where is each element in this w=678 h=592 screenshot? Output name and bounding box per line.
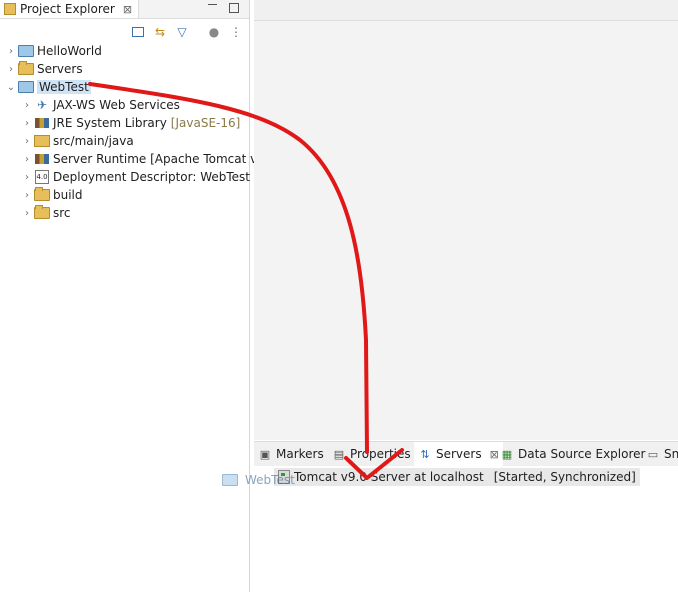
tab-label: Sn <box>664 447 678 461</box>
library-icon <box>34 116 50 130</box>
tree-item-deployment-descriptor[interactable]: › 4.0 Deployment Descriptor: WebTest <box>22 168 250 186</box>
tab-data-source-explorer[interactable]: ▦ Data Source Explorer <box>500 442 646 466</box>
tree-item-label: Server Runtime [Apache Tomcat v9. <box>53 152 269 166</box>
view-menu-icon[interactable]: ⋮ <box>228 24 244 40</box>
markers-icon: ▣ <box>259 447 271 461</box>
webservices-icon: ✈ <box>36 98 48 112</box>
tab-label: Data Source Explorer <box>518 447 646 461</box>
source-folder-icon <box>34 134 50 148</box>
project-explorer-panel: Project Explorer ⊠ ⇆ ▽ ● ⋮ › HelloWorld … <box>0 0 269 592</box>
chevron-right-icon[interactable]: › <box>22 154 32 165</box>
tree-item-servers[interactable]: › Servers <box>6 60 83 78</box>
drag-ghost-label: WebTest <box>245 473 295 487</box>
tree-item-jre[interactable]: › JRE System Library [JavaSE-16] <box>22 114 240 132</box>
editor-area <box>254 21 678 440</box>
folder-icon <box>34 205 50 220</box>
focus-icon[interactable]: ● <box>206 24 222 40</box>
project-icon <box>18 44 34 58</box>
server-name: Tomcat v9.0 Server at localhost <box>294 470 484 484</box>
tree-item-label: build <box>53 188 83 202</box>
drag-ghost: WebTest <box>220 470 295 490</box>
tree-item-label: WebTest <box>37 80 91 94</box>
minimize-icon[interactable] <box>208 4 217 5</box>
chevron-right-icon[interactable]: › <box>6 46 16 57</box>
tree-item-label: JAX-WS Web Services <box>53 98 180 112</box>
tree-item-label: HelloWorld <box>37 44 102 58</box>
datasource-icon: ▦ <box>501 447 513 461</box>
editor-tabbar <box>254 0 678 21</box>
web-project-icon <box>222 473 238 487</box>
snippets-icon: ▭ <box>647 447 659 461</box>
tab-project-explorer[interactable]: Project Explorer ⊠ <box>0 0 140 18</box>
folder-icon <box>18 61 34 76</box>
collapse-all-icon[interactable] <box>130 24 146 40</box>
chevron-right-icon[interactable]: › <box>22 172 32 183</box>
properties-icon: ▤ <box>333 447 345 461</box>
tab-markers[interactable]: ▣ Markers <box>258 442 324 466</box>
server-status: [Started, Synchronized] <box>493 470 636 484</box>
tab-servers[interactable]: ⇅ Servers ⊠ <box>414 442 503 466</box>
web-project-icon <box>18 80 34 94</box>
close-icon[interactable]: ⊠ <box>123 3 132 16</box>
project-explorer-tabbar: Project Explorer ⊠ <box>0 0 249 19</box>
tab-label: Servers <box>436 447 482 461</box>
tree-item-label: Servers <box>37 62 83 76</box>
tree-item-jaxws[interactable]: › ✈ JAX-WS Web Services <box>22 96 180 114</box>
tree-item-helloworld[interactable]: › HelloWorld <box>6 42 102 60</box>
tree-item-src-main-java[interactable]: › src/main/java <box>22 132 134 150</box>
tab-snippets[interactable]: ▭ Sn <box>646 442 678 466</box>
chevron-down-icon[interactable]: ⌄ <box>6 82 16 93</box>
project-explorer-toolbar: ⇆ ▽ ● ⋮ <box>0 24 249 42</box>
tree-item-suffix: [JavaSE-16] <box>170 116 241 130</box>
folder-icon <box>34 187 50 202</box>
tree-item-label: src/main/java <box>53 134 134 148</box>
tab-label: Properties <box>350 447 411 461</box>
project-explorer-icon <box>4 3 16 15</box>
servers-icon: ⇅ <box>420 447 430 461</box>
bottom-tabbar: ▣ Markers ▤ Properties ⇅ Servers ⊠ ▦ Dat… <box>254 441 678 467</box>
server-entry-tomcat[interactable]: Tomcat v9.0 Server at localhost [Started… <box>274 468 640 486</box>
descriptor-icon: 4.0 <box>34 170 50 184</box>
tree-item-label: JRE System Library <box>53 116 167 130</box>
tree-item-src[interactable]: › src <box>22 204 71 222</box>
tree-item-label: src <box>53 206 71 220</box>
chevron-right-icon[interactable]: › <box>22 100 32 111</box>
library-icon <box>34 152 50 166</box>
close-icon[interactable]: ⊠ <box>490 448 499 461</box>
tree-item-webtest[interactable]: ⌄ WebTest <box>6 78 91 96</box>
chevron-right-icon[interactable]: › <box>22 118 32 129</box>
chevron-right-icon[interactable]: › <box>22 208 32 219</box>
chevron-right-icon[interactable]: › <box>22 136 32 147</box>
link-with-editor-icon[interactable]: ⇆ <box>152 24 168 40</box>
chevron-right-icon[interactable]: › <box>22 190 32 201</box>
maximize-icon[interactable] <box>229 3 239 13</box>
tree-item-server-runtime[interactable]: › Server Runtime [Apache Tomcat v9. <box>22 150 269 168</box>
chevron-right-icon[interactable]: › <box>6 64 16 75</box>
tree-item-label: Deployment Descriptor: WebTest <box>53 170 250 184</box>
tab-label: Markers <box>276 447 324 461</box>
tree-item-build[interactable]: › build <box>22 186 83 204</box>
filter-icon[interactable]: ▽ <box>174 24 190 40</box>
tab-properties[interactable]: ▤ Properties <box>332 442 411 466</box>
servers-panel: Tomcat v9.0 Server at localhost [Started… <box>254 466 678 592</box>
project-explorer-title: Project Explorer <box>20 2 115 16</box>
